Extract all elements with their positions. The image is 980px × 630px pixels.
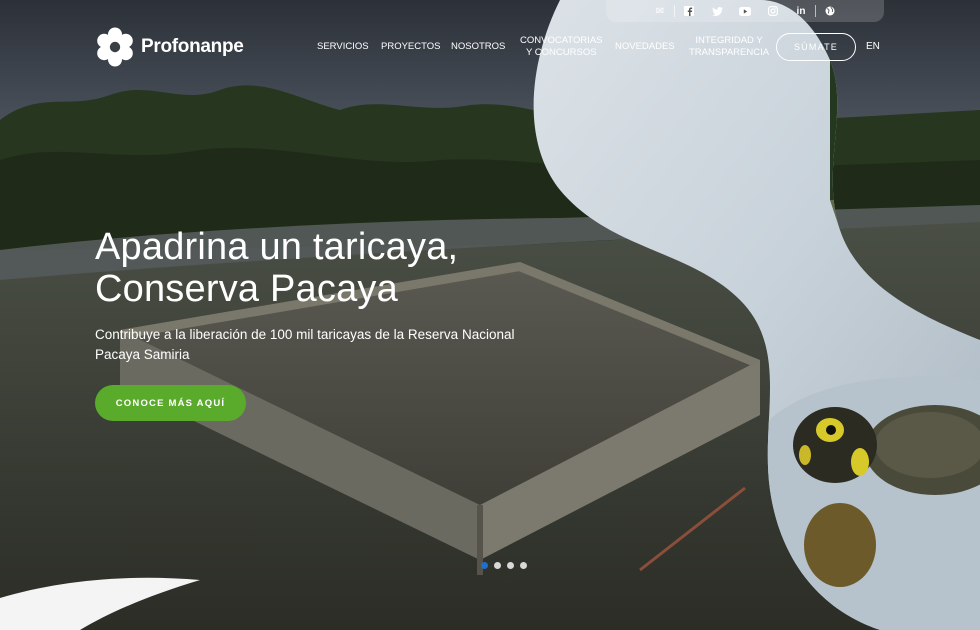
nav-item-label: PROYECTOS [381, 41, 441, 52]
slider-dot[interactable] [520, 562, 527, 569]
linkedin-icon[interactable]: in [787, 0, 815, 22]
hero-section: ✉ in Profonanpe SERVICIOS PROYECTOS NOSO… [0, 0, 980, 630]
slider-dot[interactable] [481, 562, 488, 569]
hero-title: Apadrina un taricaya, Conserva Pacaya [95, 226, 458, 310]
nav-item-label-line2: Y CONCURSOS [525, 47, 597, 58]
nav-item-convocatorias[interactable]: CONVOCATORIAS Y CONCURSOS [520, 35, 603, 59]
nav-item-label-line1: CONVOCATORIAS [520, 35, 603, 46]
language-switch[interactable]: EN [866, 41, 880, 52]
nav-item-novedades[interactable]: NOVEDADES [615, 41, 675, 53]
instagram-icon[interactable] [759, 0, 787, 22]
slider-dot[interactable] [507, 562, 514, 569]
nav-item-label-line1: INTEGRIDAD Y [695, 35, 763, 46]
nav-item-nosotros[interactable]: NOSOTROS [451, 41, 505, 53]
hero-title-line2: Conserva Pacaya [95, 268, 398, 310]
nav-item-label: NOVEDADES [615, 41, 675, 52]
nav-item-servicios[interactable]: SERVICIOS [317, 41, 369, 53]
hero-background-image [0, 0, 980, 630]
slider-pagination [481, 562, 527, 569]
social-topbar: ✉ in [606, 0, 884, 22]
hero-title-line1: Apadrina un taricaya, [95, 226, 459, 268]
twitter-icon[interactable] [703, 0, 731, 22]
hero-subtitle: Contribuye a la liberación de 100 mil ta… [95, 327, 515, 362]
sumate-button[interactable]: SÚMATE [776, 33, 856, 61]
nav-item-integridad[interactable]: INTEGRIDAD Y TRANSPARENCIA [689, 35, 769, 59]
nav-item-proyectos[interactable]: PROYECTOS [381, 41, 440, 53]
slider-dot[interactable] [494, 562, 501, 569]
nav-item-label: NOSOTROS [451, 41, 506, 52]
flower-logo-icon [97, 27, 133, 67]
conoce-mas-button[interactable]: CONOCE MÁS AQUÍ [95, 385, 246, 421]
mail-icon[interactable]: ✉ [646, 0, 674, 22]
facebook-icon[interactable] [675, 0, 703, 22]
brand-logo[interactable]: Profonanpe [95, 27, 244, 67]
youtube-icon[interactable] [731, 0, 759, 22]
brand-name: Profonanpe [141, 36, 244, 57]
nav-item-label: SERVICIOS [317, 41, 369, 52]
nav-item-label-line2: TRANSPARENCIA [689, 47, 770, 58]
globe-icon[interactable] [816, 0, 844, 22]
